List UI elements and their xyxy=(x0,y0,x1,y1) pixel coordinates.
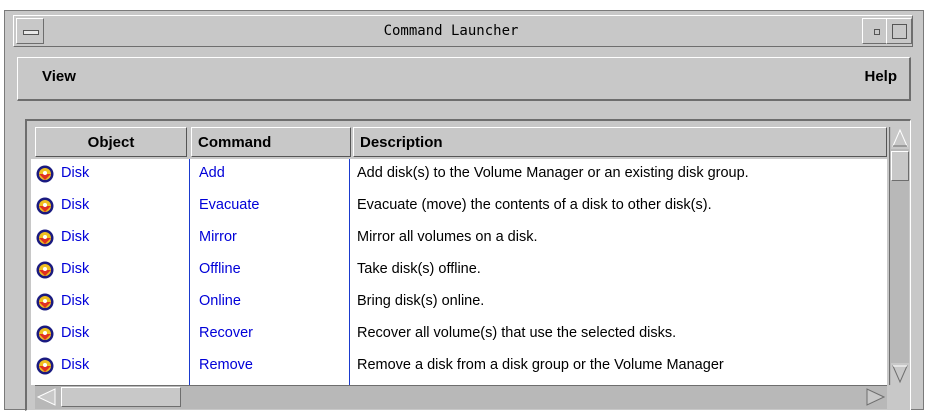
table-row[interactable]: Disk Add Add disk(s) to the Volume Manag… xyxy=(31,159,887,191)
menu-view[interactable]: View xyxy=(42,68,76,85)
scroll-up-arrow-icon[interactable] xyxy=(891,127,909,149)
row-command[interactable]: Mirror xyxy=(199,229,237,245)
row-object: Disk xyxy=(61,165,90,181)
window-menu-icon xyxy=(23,30,39,35)
row-command[interactable]: Remove xyxy=(199,357,253,373)
disk-icon xyxy=(36,165,54,183)
table-row[interactable]: Disk Evacuate Evacuate (move) the conten… xyxy=(31,191,887,223)
row-object: Disk xyxy=(61,325,90,341)
row-description: Recover all volume(s) that use the selec… xyxy=(357,325,677,341)
row-object: Disk xyxy=(61,229,90,245)
row-command[interactable]: Evacuate xyxy=(199,197,259,213)
row-command[interactable]: Online xyxy=(199,293,241,309)
menu-help[interactable]: Help xyxy=(864,68,897,85)
table-header: Object Command Description xyxy=(35,127,887,159)
column-header-command[interactable]: Command xyxy=(191,127,351,157)
disk-icon xyxy=(36,229,54,247)
table-row[interactable]: Disk Recover Recover all volume(s) that … xyxy=(31,319,887,351)
command-table: Object Command Description Disk Add Add … xyxy=(25,119,911,411)
row-object: Disk xyxy=(61,357,90,373)
maximize-icon xyxy=(892,24,907,39)
minimize-icon xyxy=(874,29,880,35)
row-description: Evacuate (move) the contents of a disk t… xyxy=(357,197,712,213)
scroll-right-arrow-icon[interactable] xyxy=(863,387,887,407)
maximize-button[interactable] xyxy=(886,18,912,44)
title-bar[interactable]: Command Launcher xyxy=(13,15,913,47)
row-description: Take disk(s) offline. xyxy=(357,261,481,277)
disk-icon xyxy=(36,197,54,215)
scrollbar-corner xyxy=(889,385,909,409)
table-body: Disk Add Add disk(s) to the Volume Manag… xyxy=(31,159,887,385)
horizontal-scrollbar[interactable] xyxy=(35,385,887,409)
row-command[interactable]: Add xyxy=(199,165,225,181)
disk-icon xyxy=(36,357,54,375)
row-object: Disk xyxy=(61,197,90,213)
row-description: Remove a disk from a disk group or the V… xyxy=(357,357,724,373)
disk-icon xyxy=(36,293,54,311)
table-row[interactable]: Disk Remove Remove a disk from a disk gr… xyxy=(31,351,887,383)
table-row[interactable]: Disk Online Bring disk(s) online. xyxy=(31,287,887,319)
disk-icon xyxy=(36,261,54,279)
column-header-object[interactable]: Object xyxy=(35,127,187,157)
disk-icon xyxy=(36,325,54,343)
table-row[interactable]: Disk Mirror Mirror all volumes on a disk… xyxy=(31,223,887,255)
row-command[interactable]: Recover xyxy=(199,325,253,341)
row-description: Bring disk(s) online. xyxy=(357,293,485,309)
row-object: Disk xyxy=(61,293,90,309)
column-header-description[interactable]: Description xyxy=(353,127,887,157)
scroll-down-arrow-icon[interactable] xyxy=(891,363,909,385)
command-launcher-window: Command Launcher View Help Object Comman… xyxy=(4,10,924,411)
scroll-left-arrow-icon[interactable] xyxy=(35,387,59,407)
row-object: Disk xyxy=(61,261,90,277)
window-title: Command Launcher xyxy=(383,23,519,39)
window-menu-button[interactable] xyxy=(16,18,44,44)
table-row[interactable]: Disk Offline Take disk(s) offline. xyxy=(31,255,887,287)
row-description: Add disk(s) to the Volume Manager or an … xyxy=(357,165,749,181)
row-command[interactable]: Offline xyxy=(199,261,241,277)
horizontal-scroll-thumb[interactable] xyxy=(61,387,181,407)
row-description: Mirror all volumes on a disk. xyxy=(357,229,538,245)
vertical-scroll-thumb[interactable] xyxy=(891,151,909,181)
vertical-scrollbar[interactable] xyxy=(889,127,909,385)
menu-bar: View Help xyxy=(17,57,911,101)
